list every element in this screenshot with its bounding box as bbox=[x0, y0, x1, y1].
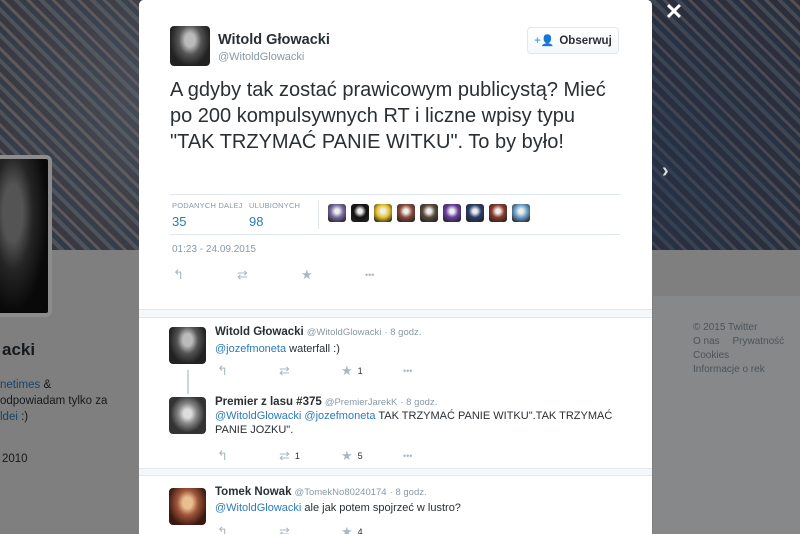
reply-time[interactable]: 8 godz. bbox=[395, 487, 426, 498]
reply-icon[interactable]: ↰ bbox=[217, 448, 279, 464]
reply-time[interactable]: 8 godz. bbox=[390, 327, 421, 338]
retweet-label: PODANYCH DALEJ bbox=[172, 201, 243, 210]
author-handle[interactable]: @WitoldGlowacki bbox=[218, 51, 304, 63]
author-name[interactable]: Witold Głowacki bbox=[218, 32, 330, 48]
reply-icon[interactable]: ↰ bbox=[173, 267, 237, 283]
divider bbox=[318, 201, 319, 229]
reply-author-name[interactable]: Premier z lasu #375 bbox=[215, 396, 322, 408]
favoriting-user-avatar[interactable] bbox=[512, 204, 530, 222]
tweet-timestamp[interactable]: 01:23 - 24.09.2015 bbox=[172, 244, 256, 255]
retweet-value: 35 bbox=[172, 214, 187, 229]
favorite-icon[interactable]: ★ 4 bbox=[341, 524, 403, 534]
tweet-actions: ↰ ⇄ ★ ••• bbox=[173, 267, 405, 283]
avatar[interactable] bbox=[169, 327, 206, 364]
mention-link[interactable]: @WitoldGlowacki bbox=[215, 502, 301, 514]
favorite-count: 4 bbox=[357, 527, 363, 534]
retweet-count: 1 bbox=[294, 451, 300, 461]
more-icon[interactable]: ••• bbox=[365, 270, 405, 280]
retweet-icon[interactable]: ⇄ bbox=[279, 363, 341, 379]
reply-author-handle[interactable]: @WitoldGlowacki bbox=[307, 327, 382, 338]
avatar[interactable] bbox=[169, 397, 206, 434]
favoriting-user-avatar[interactable] bbox=[420, 204, 438, 222]
reply-header: Premier z lasu #375 @PremierJarekK · 8 g… bbox=[215, 396, 438, 408]
reply-actions: ↰ ⇄ ★ 1 ••• bbox=[217, 363, 443, 379]
reply-header: Tomek Nowak @TomekNo80240174 · 8 godz. bbox=[215, 486, 427, 498]
reply-author-name[interactable]: Witold Głowacki bbox=[215, 326, 304, 338]
close-icon[interactable]: ✕ bbox=[664, 1, 684, 23]
follow-button[interactable]: +👤 Obserwuj bbox=[527, 27, 619, 54]
favoriting-user-avatar[interactable] bbox=[397, 204, 415, 222]
reply-actions: ↰ ⇄ 1 ★ 5 ••• bbox=[217, 448, 443, 464]
separator bbox=[139, 468, 652, 476]
tweet-text: A gdyby tak zostać prawicowym publicystą… bbox=[170, 79, 606, 153]
favorite-icon[interactable]: ★ 5 bbox=[341, 448, 403, 464]
reply-author-handle[interactable]: @PremierJarekK bbox=[325, 397, 397, 408]
favorite-icon[interactable]: ★ bbox=[301, 267, 365, 283]
follow-label: Obserwuj bbox=[559, 34, 612, 47]
reply-icon[interactable]: ↰ bbox=[217, 524, 279, 534]
main-tweet: Witold Głowacki @WitoldGlowacki +👤 Obser… bbox=[139, 0, 652, 309]
favorite-count: 1 bbox=[357, 366, 363, 376]
reply-actions: ↰ ⇄ ★ 4 bbox=[217, 524, 403, 534]
reply-author-handle[interactable]: @TomekNo80240174 bbox=[295, 487, 387, 498]
reply-body: waterfall :) bbox=[286, 343, 340, 355]
follow-person-icon: +👤 bbox=[534, 35, 555, 47]
favoriting-users bbox=[328, 204, 530, 222]
next-tweet-arrow-icon[interactable]: › bbox=[662, 160, 669, 183]
mention-link[interactable]: @jozefmoneta bbox=[215, 343, 286, 355]
thread-connector bbox=[187, 370, 189, 394]
favoriting-user-avatar[interactable] bbox=[443, 204, 461, 222]
favoriting-user-avatar[interactable] bbox=[466, 204, 484, 222]
favoriting-user-avatar[interactable] bbox=[374, 204, 392, 222]
more-icon[interactable]: ••• bbox=[403, 366, 443, 376]
avatar[interactable] bbox=[170, 26, 210, 66]
favoriting-user-avatar[interactable] bbox=[351, 204, 369, 222]
more-icon[interactable]: ••• bbox=[403, 451, 443, 461]
reply-text: @WitoldGlowacki ale jak potem spojrzeć w… bbox=[215, 502, 625, 516]
reply-header: Witold Głowacki @WitoldGlowacki · 8 godz… bbox=[215, 326, 422, 338]
retweet-icon[interactable]: ⇄ 1 bbox=[279, 448, 341, 464]
mention-link[interactable]: @WitoldGlowacki @jozefmoneta bbox=[215, 410, 376, 422]
favoriting-user-avatar[interactable] bbox=[328, 204, 346, 222]
reply-time[interactable]: 8 godz. bbox=[406, 397, 437, 408]
reply-text: @WitoldGlowacki @jozefmoneta TAK TRZYMAĆ… bbox=[215, 410, 625, 437]
tweet-stats: PODANYCH DALEJ 35 ULUBIONYCH 98 bbox=[170, 194, 620, 235]
reply-text: @jozefmoneta waterfall :) bbox=[215, 343, 625, 357]
favorite-icon[interactable]: ★ 1 bbox=[341, 363, 403, 379]
retweet-icon[interactable]: ⇄ bbox=[279, 524, 341, 534]
reply-author-name[interactable]: Tomek Nowak bbox=[215, 486, 291, 498]
retweet-count[interactable]: PODANYCH DALEJ 35 bbox=[172, 201, 243, 229]
favorite-count: 5 bbox=[357, 451, 363, 461]
favoriting-user-avatar[interactable] bbox=[489, 204, 507, 222]
reply-body: ale jak potem spojrzeć w lustro? bbox=[301, 502, 461, 514]
favorite-label: ULUBIONYCH bbox=[249, 201, 301, 210]
reply-icon[interactable]: ↰ bbox=[217, 363, 279, 379]
avatar[interactable] bbox=[169, 488, 206, 525]
separator bbox=[139, 309, 652, 318]
favorite-count[interactable]: ULUBIONYCH 98 bbox=[249, 201, 300, 229]
reply-list: Witold Głowacki @WitoldGlowacki · 8 godz… bbox=[139, 318, 652, 534]
tweet-modal: Witold Głowacki @WitoldGlowacki +👤 Obser… bbox=[139, 0, 652, 534]
retweet-icon[interactable]: ⇄ bbox=[237, 267, 301, 283]
favorite-value: 98 bbox=[249, 214, 264, 229]
